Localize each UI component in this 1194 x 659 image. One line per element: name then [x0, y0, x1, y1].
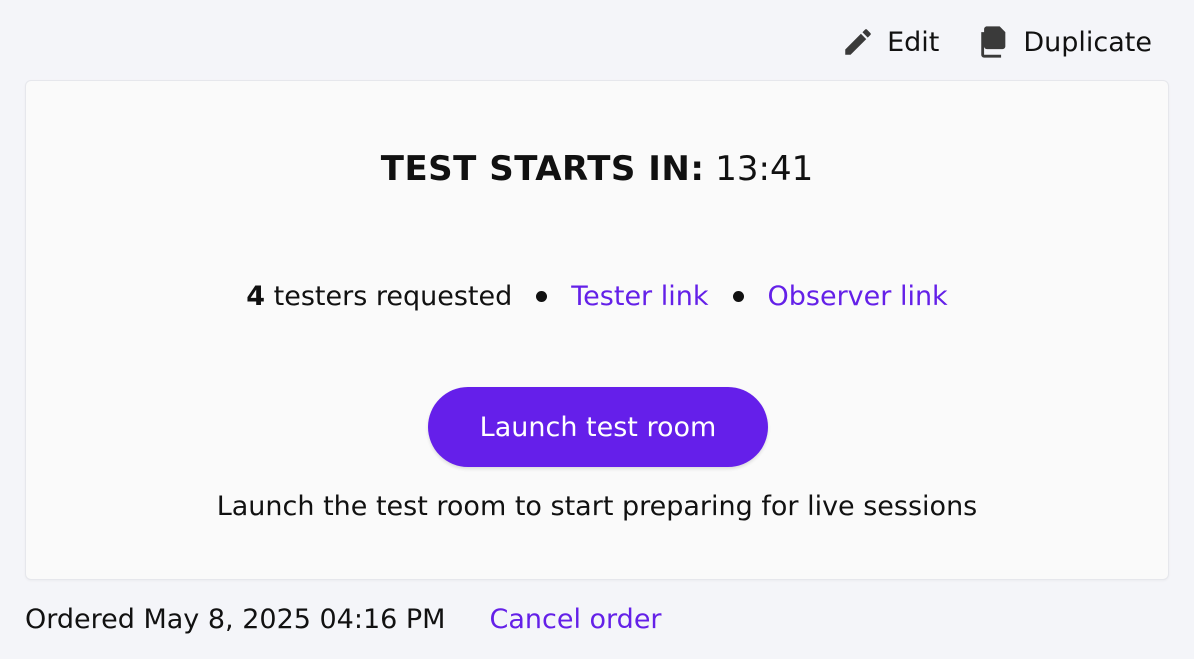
testers-text: testers requested: [273, 281, 513, 312]
countdown-label: TEST STARTS IN:: [380, 149, 705, 189]
info-row: 4 testers requested Tester link Observer…: [26, 281, 1168, 312]
countdown: TEST STARTS IN: 13:41: [26, 149, 1168, 189]
cancel-order-link[interactable]: Cancel order: [489, 604, 661, 635]
pencil-icon: [841, 25, 875, 59]
duplicate-button[interactable]: Duplicate: [977, 25, 1152, 59]
toolbar: Edit Duplicate: [841, 18, 1152, 66]
helper-text: Launch the test room to start preparing …: [216, 491, 978, 522]
testers-count: 4: [246, 281, 266, 312]
footer: Ordered May 8, 2025 04:16 PM Cancel orde…: [25, 604, 662, 635]
launch-test-room-button[interactable]: Launch test room: [428, 387, 768, 467]
edit-label: Edit: [887, 26, 940, 58]
test-card: TEST STARTS IN: 13:41 4 testers requeste…: [25, 80, 1169, 580]
duplicate-label: Duplicate: [1023, 26, 1152, 58]
separator-dot: [536, 291, 548, 302]
ordered-date: Ordered May 8, 2025 04:16 PM: [25, 604, 446, 635]
observer-link[interactable]: Observer link: [768, 281, 948, 312]
tester-link[interactable]: Tester link: [571, 281, 708, 312]
countdown-time: 13:41: [715, 149, 814, 189]
edit-button[interactable]: Edit: [841, 25, 939, 59]
separator-dot: [732, 291, 744, 302]
copy-icon: [977, 25, 1011, 59]
